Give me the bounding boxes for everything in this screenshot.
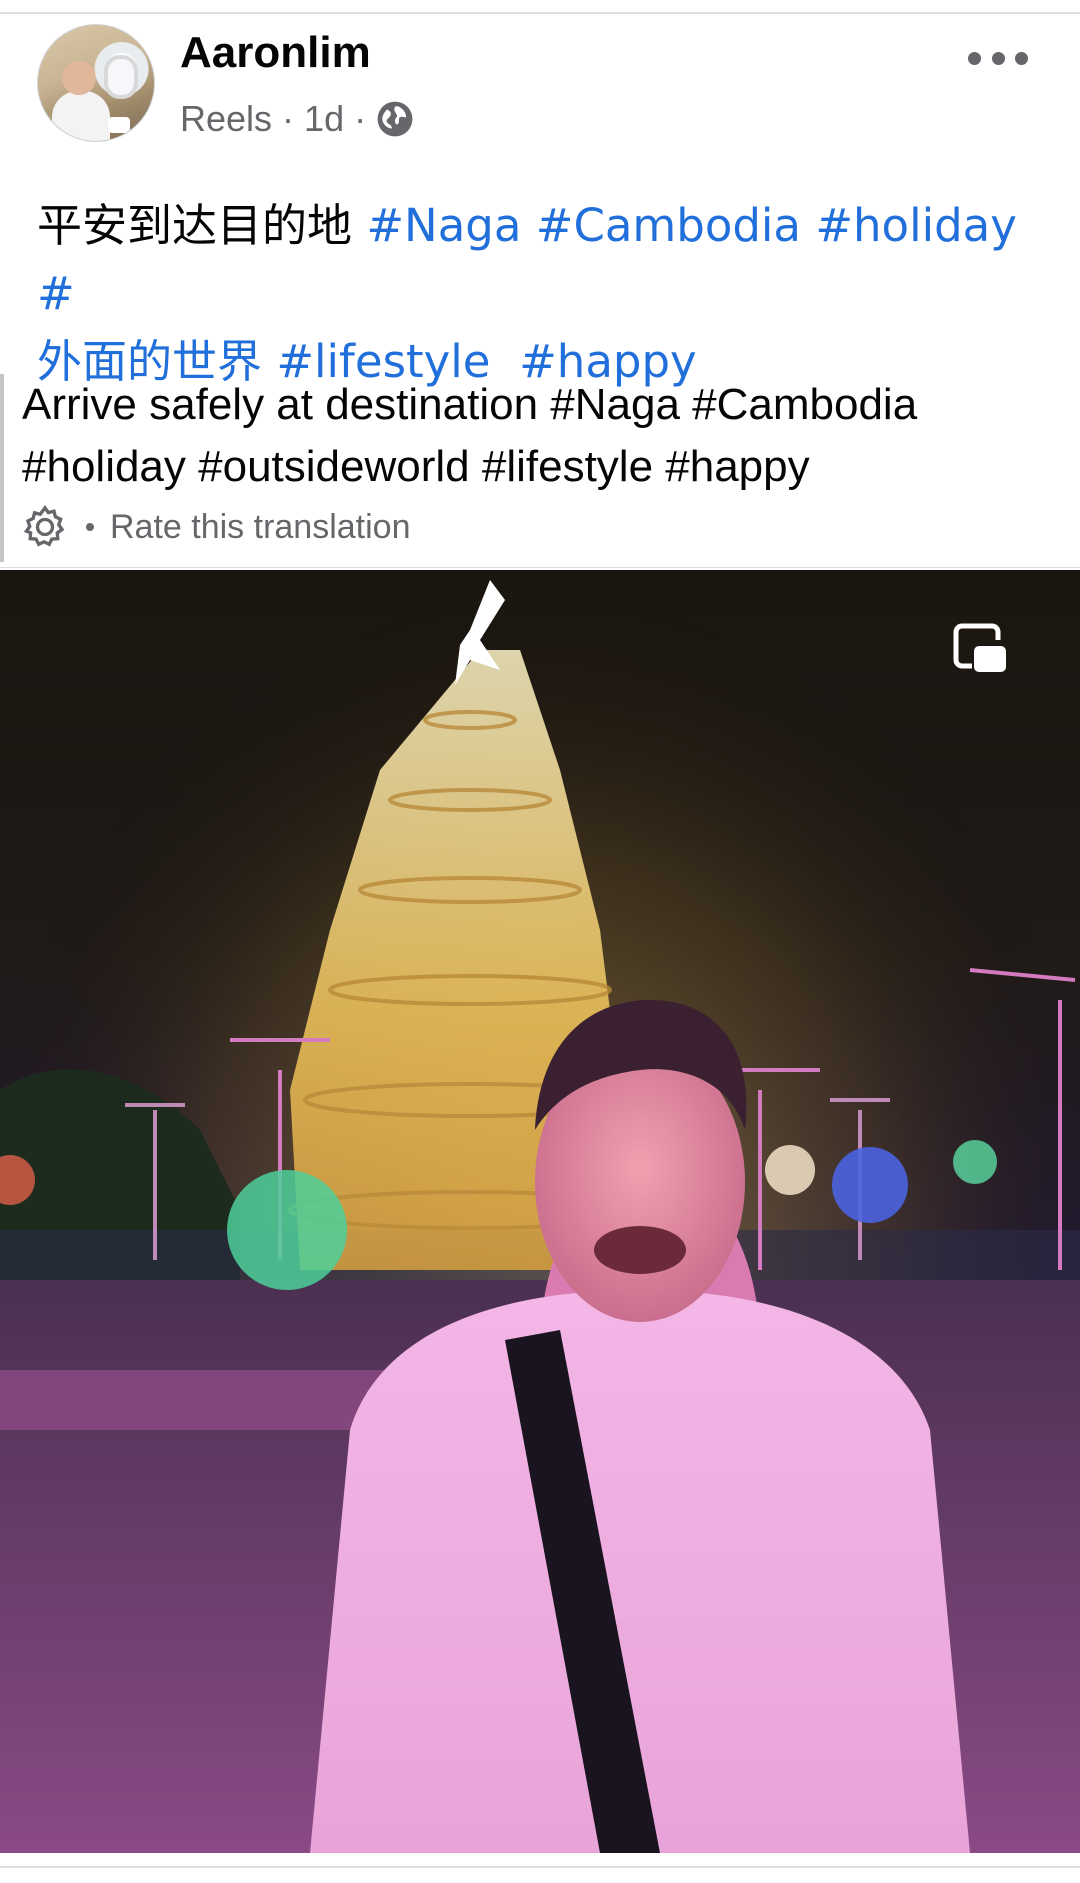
reels-link[interactable]: Reels	[180, 98, 272, 140]
hashtag-naga[interactable]: #Naga	[366, 199, 521, 252]
person-mouth	[594, 1226, 686, 1274]
avatar-face	[62, 61, 96, 95]
caption-text: 平安到达目的地	[37, 199, 353, 252]
bottom-divider	[0, 1866, 1080, 1868]
meta-separator: ·	[282, 98, 295, 139]
separator-dot	[86, 523, 94, 531]
globe-icon[interactable]	[376, 100, 414, 138]
light-ball-green	[227, 1170, 347, 1290]
post-time[interactable]: 1d	[304, 98, 344, 140]
light-ball-white	[765, 1145, 815, 1195]
rate-translation-link[interactable]: Rate this translation	[110, 508, 411, 547]
more-dot	[968, 51, 981, 65]
reel-video[interactable]	[0, 570, 1080, 1853]
more-options-icon[interactable]	[968, 40, 1028, 76]
hashtag-holiday[interactable]: #holiday	[815, 199, 1017, 252]
more-dot	[1015, 51, 1028, 65]
avatar-window	[104, 55, 138, 99]
rate-translation-row[interactable]: Rate this translation	[20, 502, 411, 552]
author-name[interactable]: Aaronlim	[180, 28, 371, 78]
translation-bar	[0, 374, 4, 562]
more-dot	[991, 51, 1005, 65]
translation-block: Arrive safely at destination #Naga #Camb…	[0, 374, 1080, 562]
meta-separator: ·	[354, 98, 367, 139]
translated-caption: Arrive safely at destination #Naga #Camb…	[22, 374, 1062, 498]
light-ball-small-green	[953, 1140, 997, 1184]
post-caption: 平安到达目的地 #Naga #Cambodia #holiday # 外面的世界…	[37, 192, 1047, 396]
hashtag-outside-world-prefix[interactable]: #	[37, 267, 75, 320]
avatar-cup	[108, 117, 130, 133]
picture-in-picture-icon[interactable]	[948, 618, 1012, 682]
light-ball-blue	[832, 1147, 908, 1223]
video-frame	[0, 570, 1080, 1853]
hashtag-cambodia[interactable]: #Cambodia	[536, 199, 801, 252]
section-divider	[0, 567, 1080, 568]
post-header: Aaronlim Reels · 1d ·	[0, 14, 1080, 154]
gear-icon[interactable]	[20, 502, 70, 552]
avatar-shirt	[52, 91, 110, 141]
translation-line: #holiday #outsideworld #lifestyle #happy	[22, 442, 810, 491]
translation-line: Arrive safely at destination #Naga #Camb…	[22, 380, 918, 429]
avatar[interactable]	[37, 24, 155, 142]
post-meta: Reels · 1d ·	[180, 98, 414, 140]
